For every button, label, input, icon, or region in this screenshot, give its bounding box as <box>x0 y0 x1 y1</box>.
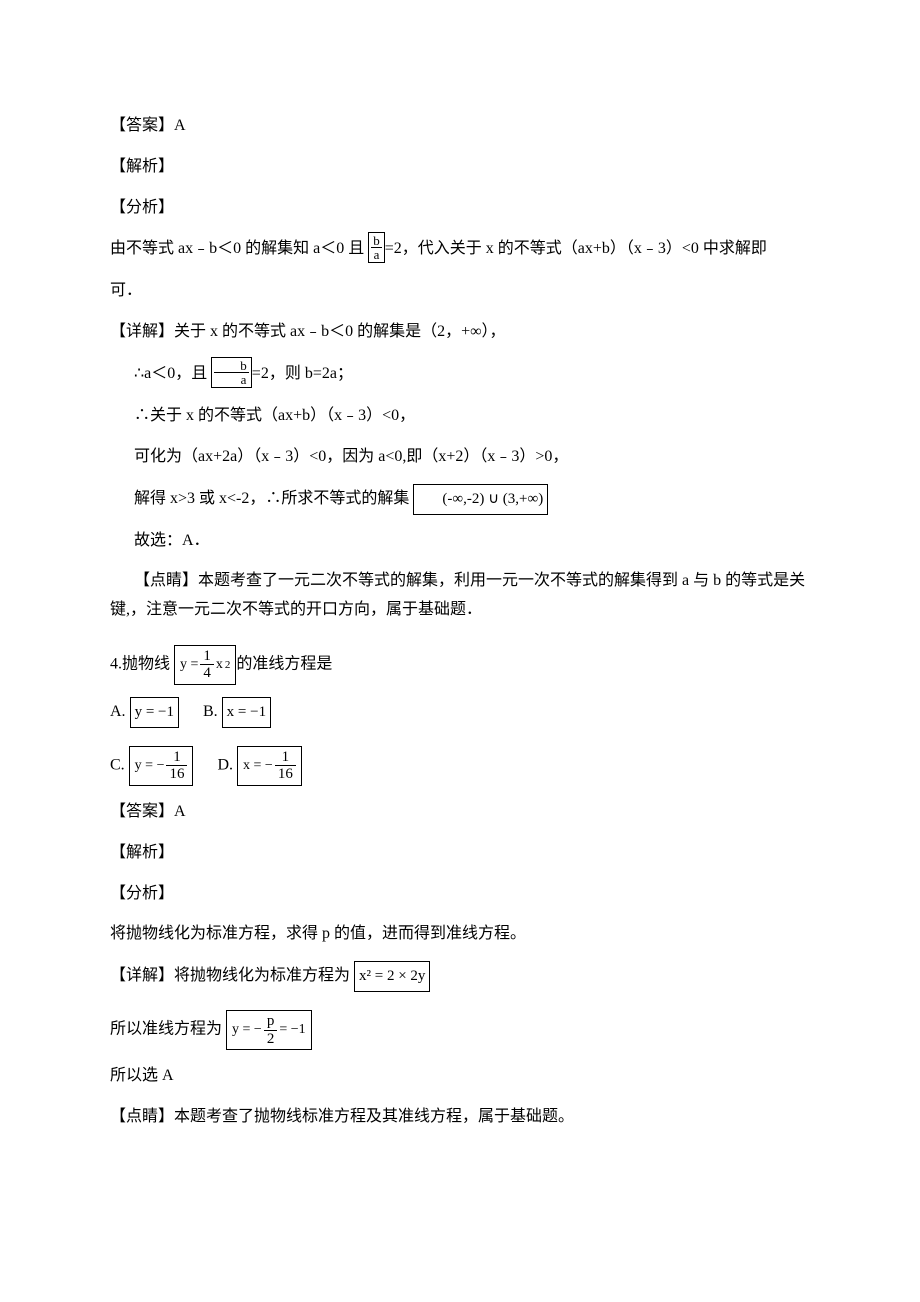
option-C-box: y = − 116 <box>129 746 194 786</box>
options-row-2: C. y = − 116 D. x = − 116 <box>110 746 810 786</box>
answer-label: 【答案】A <box>110 112 810 141</box>
step-1: ∴a＜0，且 b a =2，则 b=2a； <box>110 359 810 390</box>
text: =2，则 b=2a； <box>252 365 353 382</box>
reasoning-line-2: 可． <box>110 277 810 306</box>
options-row-1: A. y = −1 B. x = −1 <box>110 697 810 728</box>
q4-stem: 4.抛物线 y = 14x2 的准线方程是 <box>110 645 810 685</box>
fraction-b-over-a: b a <box>211 357 252 388</box>
option-A-label: A. <box>110 703 126 720</box>
option-D-box: x = − 116 <box>237 746 302 786</box>
comment-line: 【点睛】本题考查了一元二次不等式的解集，利用一元一次不等式的解集得到 a 与 b… <box>110 567 810 625</box>
step-4: 解得 x>3 或 x<-2，∴所求不等式的解集 (-∞,-2) ∪ (3,+∞) <box>110 484 810 515</box>
option-B-box: x = −1 <box>222 697 271 728</box>
step-2: ∴关于 x 的不等式（ax+b）（x﹣3）<0， <box>110 402 810 431</box>
text: 由不等式 ax﹣b＜0 的解集知 a＜0 且 <box>110 241 364 258</box>
option-B-label: B. <box>203 703 218 720</box>
q4-focal: 所以准线方程为 y = − p2 = −1 <box>110 1010 810 1050</box>
option-A-box: y = −1 <box>130 697 179 728</box>
reasoning-line-1: 由不等式 ax﹣b＜0 的解集知 a＜0 且 b a =2，代入关于 x 的不等… <box>110 234 810 265</box>
focal-eq-box: y = − p2 = −1 <box>226 1010 312 1050</box>
solution-set-box: (-∞,-2) ∪ (3,+∞) <box>413 484 548 515</box>
text: 的准线方程是 <box>236 656 332 673</box>
step-3: 可化为（ax+2a）（x﹣3）<0，因为 a<0,即（x+2）（x﹣3）>0， <box>110 443 810 472</box>
analysis-label: 【分析】 <box>110 194 810 223</box>
text: 解得 x>3 或 x<-2，∴所求不等式的解集 <box>134 490 409 507</box>
fraction-b-over-a: b a <box>368 232 385 263</box>
text: 4.抛物线 <box>110 656 170 673</box>
q4-answer-label: 【答案】A <box>110 798 810 827</box>
text: 【详解】将抛物线化为标准方程为 <box>110 967 350 984</box>
detail-line: 【详解】关于 x 的不等式 ax﹣b＜0 的解集是（2，+∞）， <box>110 318 810 347</box>
standard-form-box: x² = 2 × 2y <box>354 961 430 992</box>
option-D-label: D. <box>217 757 233 774</box>
q4-reasoning: 将抛物线化为标准方程，求得 p 的值，进而得到准线方程。 <box>110 920 810 949</box>
q4-parse-label: 【解析】 <box>110 839 810 868</box>
q4-choose: 所以选 A <box>110 1062 810 1091</box>
parse-label: 【解析】 <box>110 153 810 182</box>
q4-detail: 【详解】将抛物线化为标准方程为 x² = 2 × 2y <box>110 961 810 992</box>
text: ∴a＜0，且 <box>134 365 207 382</box>
q4-comment: 【点睛】本题考查了抛物线标准方程及其准线方程，属于基础题。 <box>110 1103 810 1132</box>
text: =2，代入关于 x 的不等式（ax+b）（x﹣3）<0 中求解即 <box>385 241 767 258</box>
text: 所以准线方程为 <box>110 1021 222 1038</box>
equation-box: y = 14x2 <box>174 645 236 685</box>
q4-analysis-label: 【分析】 <box>110 880 810 909</box>
option-C-label: C. <box>110 757 125 774</box>
choose-line: 故选：A． <box>110 527 810 556</box>
